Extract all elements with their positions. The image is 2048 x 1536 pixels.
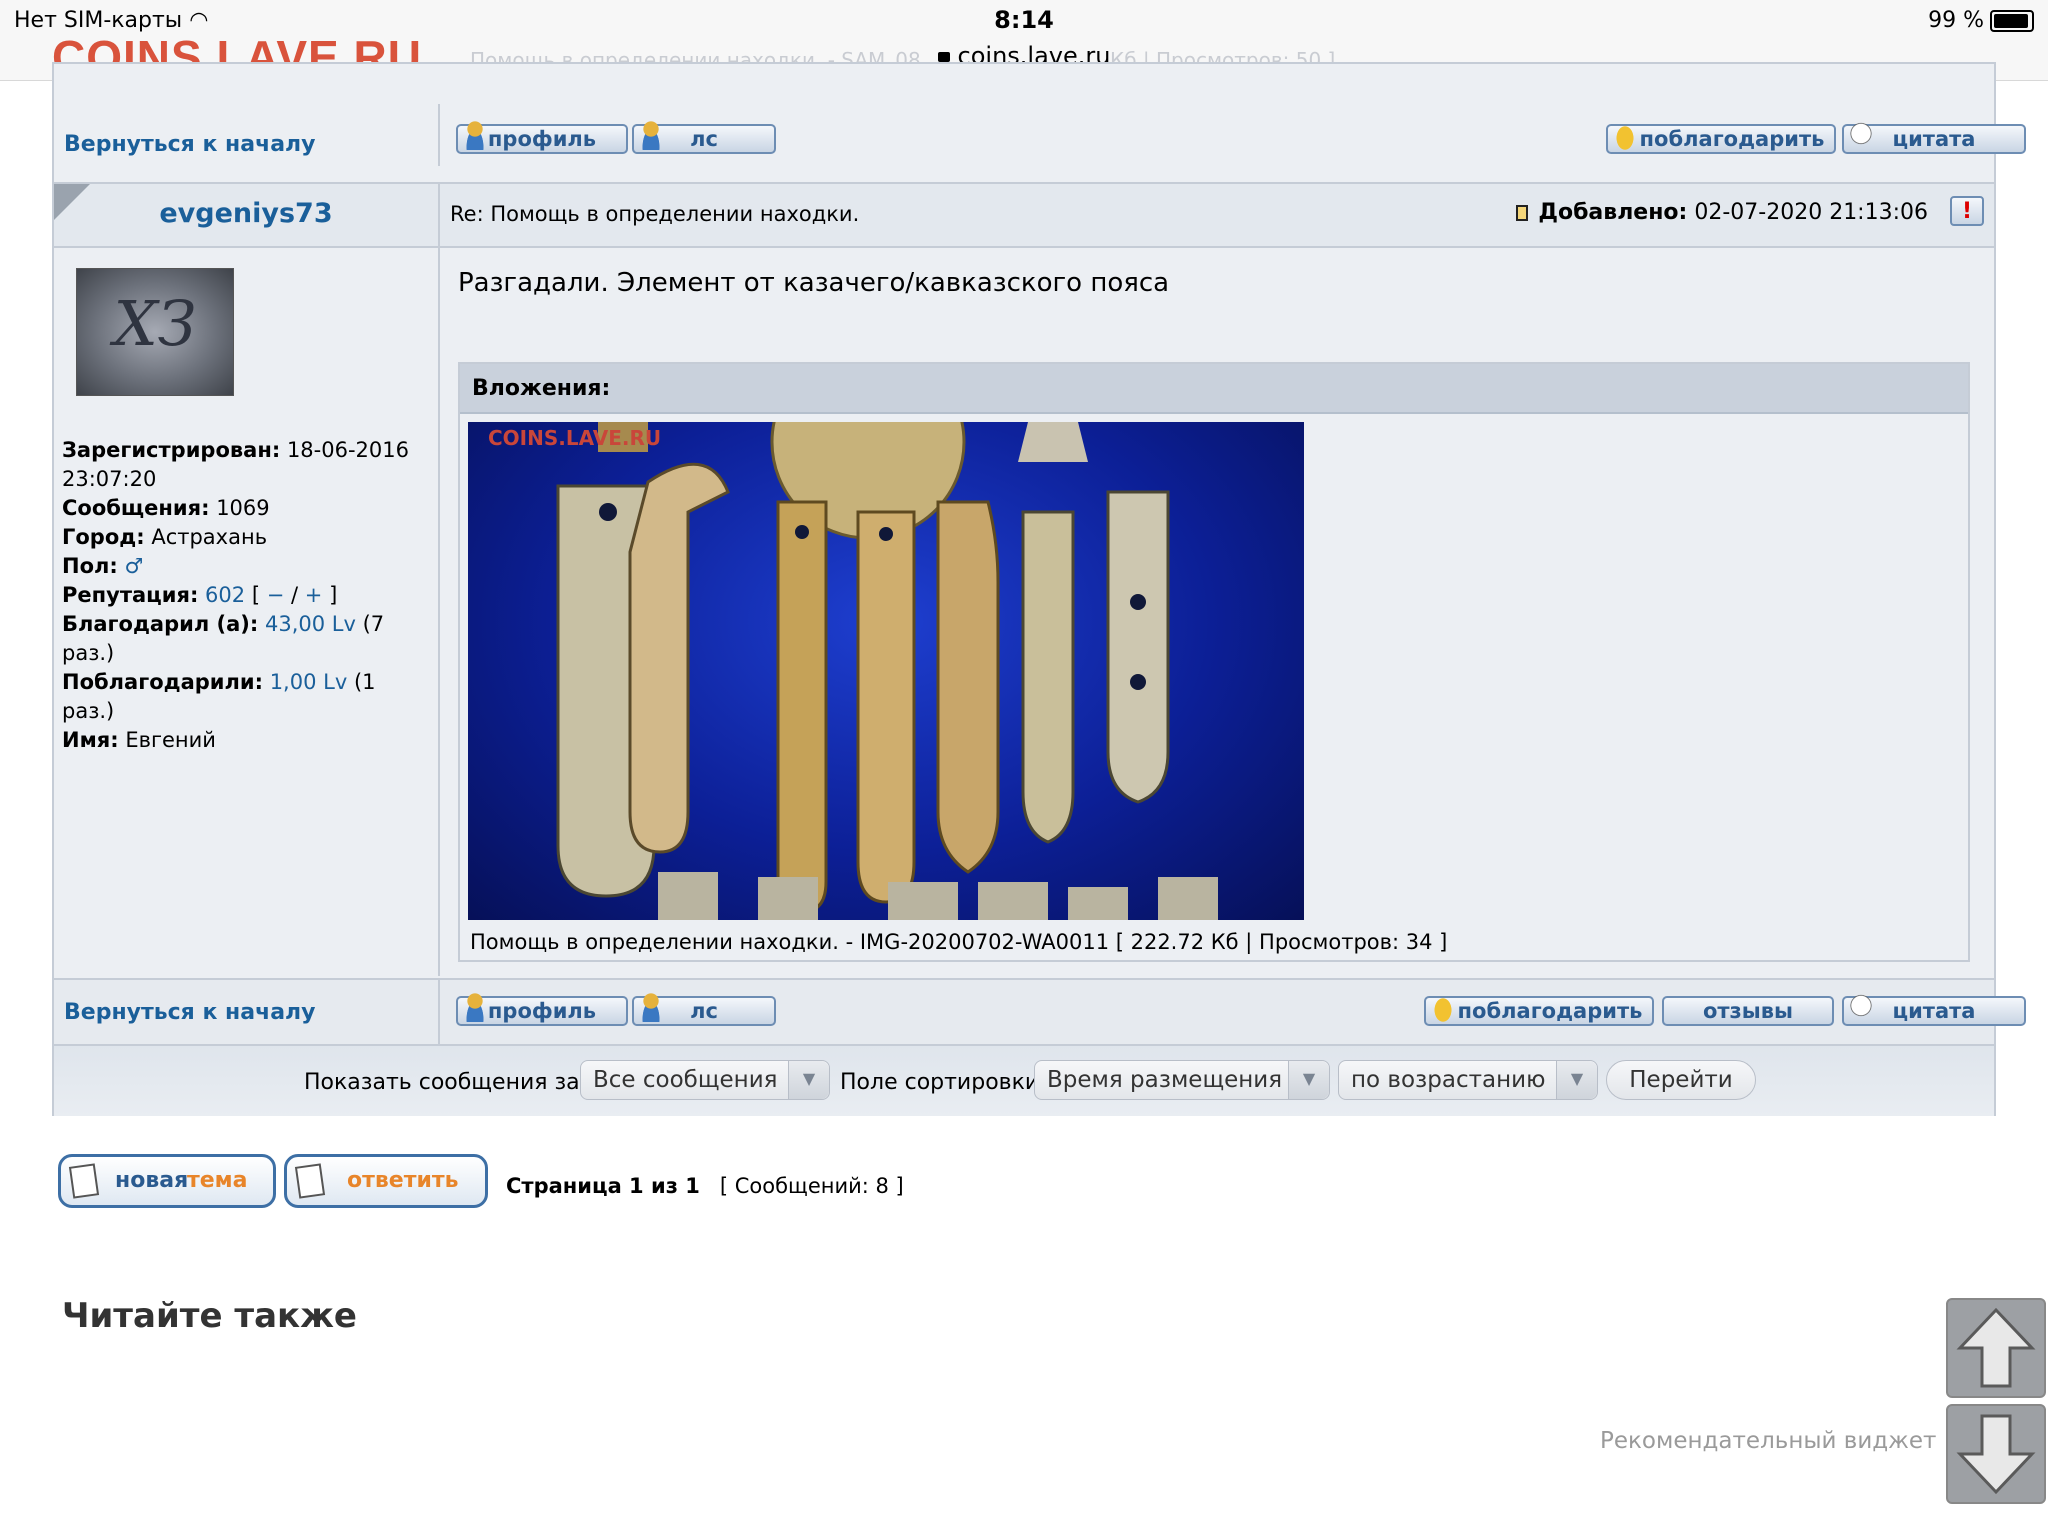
- back-to-top-link[interactable]: Вернуться к началу: [64, 132, 316, 157]
- show-messages-label: Показать сообщения за:: [304, 1070, 588, 1095]
- show-messages-select[interactable]: Все сообщения ▼: [580, 1060, 830, 1100]
- chevron-down-icon: ▼: [1556, 1061, 1597, 1099]
- thanked-value[interactable]: 43,00 Lv: [265, 612, 356, 636]
- pm-button[interactable]: лс: [632, 120, 776, 154]
- user-icon: [462, 120, 488, 150]
- user-icon: [462, 992, 488, 1022]
- thank-button[interactable]: поблагодарить: [1606, 120, 1836, 154]
- thumbs-up-icon: [1430, 992, 1456, 1022]
- post-document-icon[interactable]: [1516, 205, 1529, 221]
- attachments-heading: Вложения:: [472, 376, 611, 401]
- quote-button[interactable]: цитата: [1842, 120, 2026, 154]
- arrow-up-icon: [1956, 1307, 2036, 1388]
- scroll-down-button[interactable]: [1946, 1404, 2046, 1504]
- sort-field-select[interactable]: Время размещения ▼: [1034, 1060, 1330, 1100]
- reputation-value[interactable]: 602: [205, 583, 245, 607]
- arrow-down-icon: [1956, 1414, 2036, 1495]
- user-avatar: ХЗ: [76, 268, 234, 396]
- top-action-row: Вернуться к началу профиль лс поблагодар…: [54, 104, 2026, 166]
- reply-button[interactable]: ответить: [284, 1154, 488, 1208]
- post-author[interactable]: evgeniys73: [54, 198, 438, 229]
- sort-order-select[interactable]: по возрастанию ▼: [1338, 1060, 1598, 1100]
- quote-icon: [1848, 992, 1874, 1022]
- message-count: [ Сообщений: 8 ]: [719, 1174, 904, 1198]
- chevron-down-icon: ▼: [788, 1061, 829, 1099]
- sort-field-label: Поле сортировки: [840, 1070, 1040, 1095]
- pm-button-bottom[interactable]: лс: [632, 992, 776, 1026]
- attachment-caption[interactable]: Помощь в определении находки. - IMG-2020…: [470, 930, 1447, 954]
- attachment-photo[interactable]: COINS.LAVE.RU: [468, 422, 1304, 920]
- users-icon: [638, 120, 664, 150]
- post-body-row: ХЗ Зарегистрирован: 18-06-2016 23:07:20 …: [54, 246, 1994, 976]
- chevron-down-icon: ▼: [1288, 1061, 1329, 1099]
- thumbs-up-icon: [1612, 120, 1638, 150]
- recommendation-widget-label: Рекомендательный виджет РСЯ: [1600, 1428, 1990, 1454]
- pagination-info: Страница 1 из 1 [ Сообщений: 8 ]: [506, 1174, 904, 1198]
- post-title[interactable]: Re: Помощь в определении находки.: [450, 202, 859, 226]
- go-button[interactable]: Перейти: [1606, 1060, 1756, 1100]
- new-topic-button[interactable]: новая тема: [58, 1154, 276, 1208]
- profile-button-bottom[interactable]: профиль: [456, 992, 628, 1026]
- reputation-minus[interactable]: −: [267, 583, 285, 607]
- report-button[interactable]: !: [1950, 196, 1984, 226]
- read-also-heading: Читайте также: [62, 1296, 357, 1336]
- back-to-top-link-bottom[interactable]: Вернуться к началу: [64, 1000, 316, 1025]
- scroll-up-button[interactable]: [1946, 1298, 2046, 1398]
- quote-button-bottom[interactable]: цитата: [1842, 992, 2026, 1026]
- post-text: Разгадали. Элемент от казачего/кавказско…: [458, 268, 1170, 298]
- profile-button[interactable]: профиль: [456, 120, 628, 154]
- sort-filter-bar: Показать сообщения за: Все сообщения ▼ По…: [54, 1044, 1994, 1116]
- quote-icon: [1848, 120, 1874, 150]
- male-gender-icon: ♂: [124, 554, 144, 578]
- forum-post-table: Вернуться к началу профиль лс поблагодар…: [52, 62, 2026, 1116]
- thank-button-bottom[interactable]: поблагодарить: [1424, 992, 1654, 1026]
- document-icon: [294, 1163, 326, 1199]
- got-thanks-value[interactable]: 1,00 Lv: [270, 670, 348, 694]
- user-profile-info: Зарегистрирован: 18-06-2016 23:07:20 Соо…: [62, 438, 409, 752]
- bottom-action-row: Вернуться к началу профиль лс поблагодар…: [54, 978, 2026, 1046]
- battery-percent: 99 %: [1928, 8, 1984, 33]
- page-indicator: Страница 1 из 1: [506, 1174, 700, 1198]
- reviews-button[interactable]: отзывы: [1662, 996, 1834, 1026]
- battery-icon: [1990, 10, 2034, 32]
- document-icon: [68, 1163, 100, 1199]
- post-date: Добавлено: 02-07-2020 21:13:06: [1516, 200, 1928, 225]
- photo-watermark: COINS.LAVE.RU: [488, 426, 662, 450]
- reputation-plus[interactable]: +: [305, 583, 323, 607]
- users-icon: [638, 992, 664, 1022]
- belt-tips-illustration: [556, 422, 1218, 920]
- post-header-row: evgeniys73 Re: Помощь в определении нахо…: [54, 182, 1994, 248]
- lock-icon: [937, 52, 950, 62]
- attachments-block: Вложения: COINS.LAVE.RU Помощь в определ…: [458, 362, 1970, 962]
